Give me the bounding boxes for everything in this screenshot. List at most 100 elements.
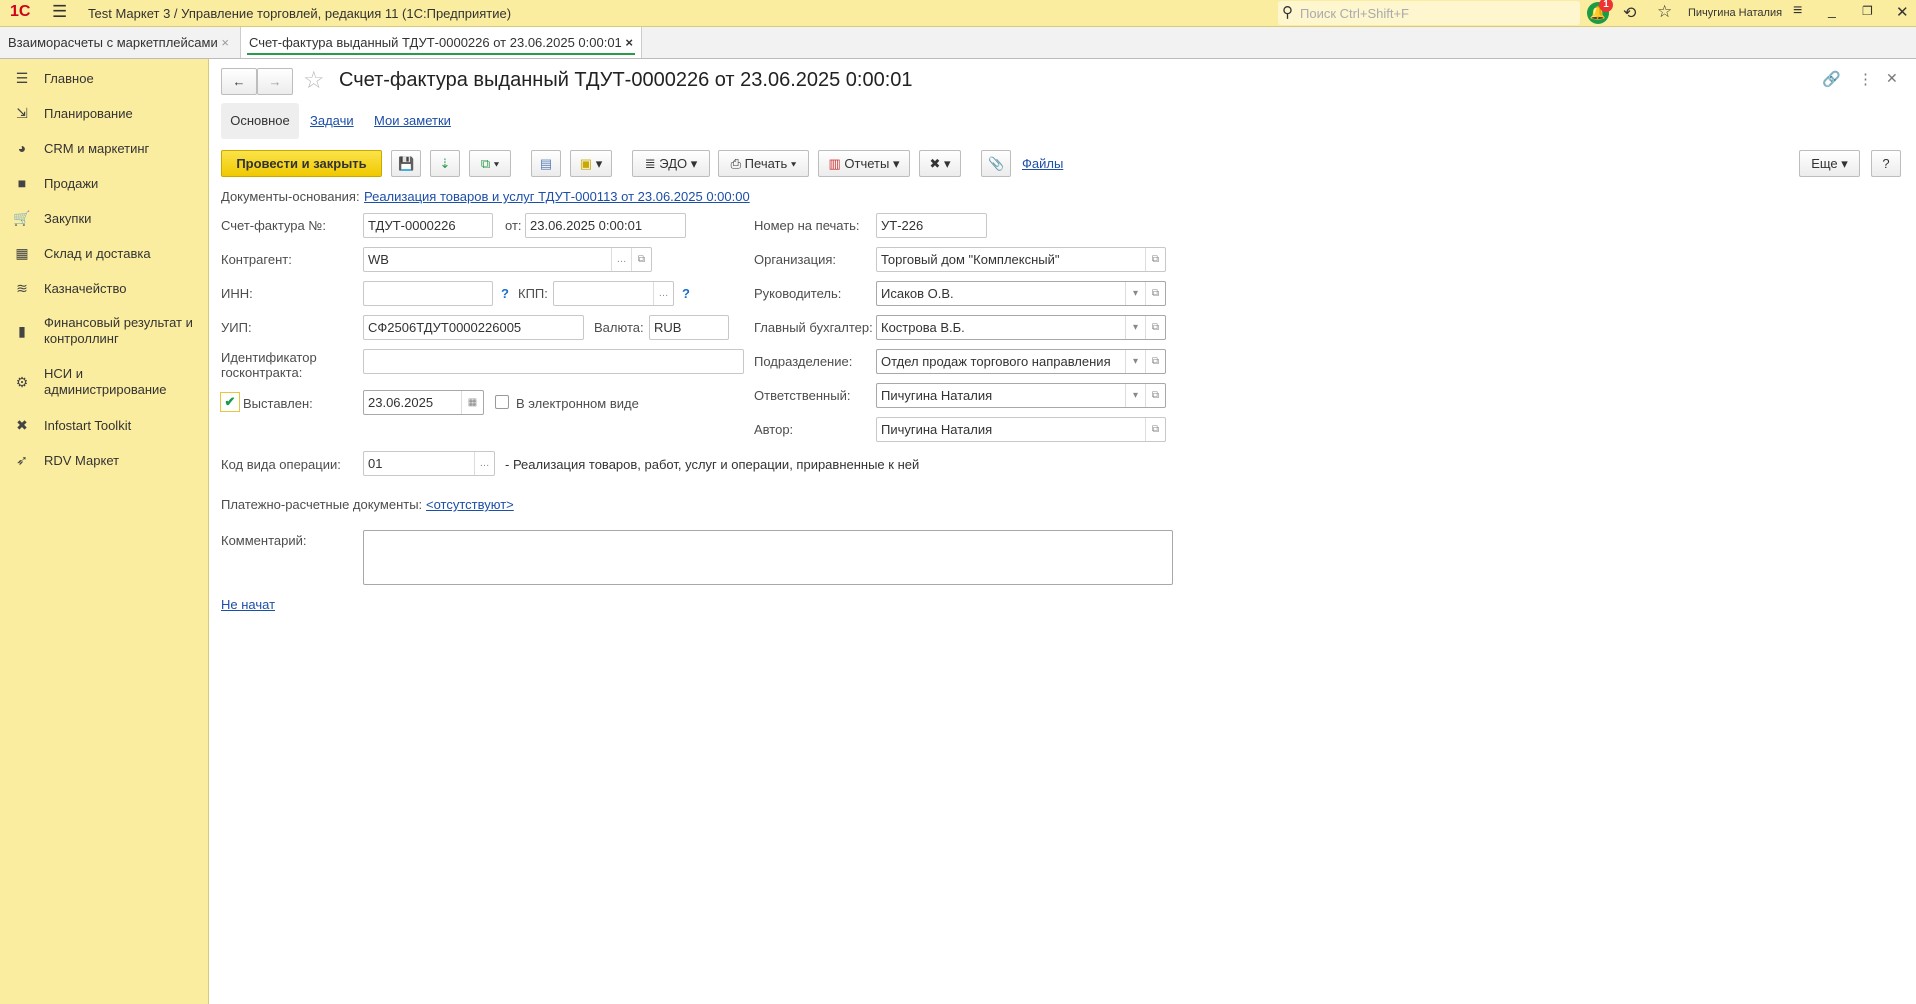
- close-tab-icon[interactable]: ×: [625, 35, 633, 50]
- issued-date-field[interactable]: 23.06.2025 ▦: [363, 390, 484, 415]
- sidebar-item-treasury[interactable]: ≋ Казначейство: [12, 280, 202, 297]
- list-icon: ☰: [15, 70, 29, 86]
- sidebar-item-finance[interactable]: ▮ Финансовый результат и контроллинг: [12, 315, 202, 347]
- sidebar-item-purchases[interactable]: 🛒 Закупки: [12, 210, 202, 227]
- gov-contract-id-field[interactable]: [363, 349, 744, 374]
- electronic-checkbox[interactable]: [495, 395, 509, 409]
- more-button[interactable]: Еще ▾: [1799, 150, 1860, 177]
- menu-icon[interactable]: ☰: [52, 2, 67, 22]
- dropdown-icon[interactable]: ▾: [1125, 282, 1145, 305]
- currency-field[interactable]: RUB: [649, 315, 729, 340]
- invoice-no-label: Счет-фактура №:: [221, 218, 326, 233]
- op-code-description: - Реализация товаров, работ, услуг и опе…: [505, 457, 920, 472]
- comment-textarea[interactable]: [363, 530, 1173, 585]
- open-icon[interactable]: ⧉: [1145, 282, 1165, 305]
- post-and-close-button[interactable]: Провести и закрыть: [221, 150, 382, 177]
- sidebar: ☰ Главное ⇲ Планирование ◕ CRM и маркетинг …: [0, 59, 209, 1004]
- sidebar-item-crm[interactable]: ◕ CRM и маркетинг: [12, 140, 202, 156]
- payment-docs-link[interactable]: <отсутствуют>: [426, 497, 514, 512]
- department-label: Подразделение:: [754, 354, 853, 369]
- files-link[interactable]: Файлы: [1022, 156, 1063, 171]
- accountant-label: Главный бухгалтер:: [754, 320, 873, 335]
- sidebar-item-planning[interactable]: ⇲ Планирование: [12, 105, 202, 122]
- favorites-star-icon[interactable]: ☆: [1657, 2, 1672, 22]
- 1c-logo-icon[interactable]: 1C: [10, 3, 30, 21]
- close-tab-icon[interactable]: ×: [221, 35, 229, 50]
- open-icon[interactable]: ⧉: [1145, 248, 1165, 271]
- tools-icon: ✖: [929, 156, 941, 171]
- post-button[interactable]: ⇣: [430, 150, 460, 177]
- structure-button[interactable]: ▤: [531, 150, 561, 177]
- favorite-star-icon[interactable]: ☆: [303, 66, 325, 95]
- sidebar-item-main[interactable]: ☰ Главное: [12, 70, 202, 87]
- print-button[interactable]: ⎙ Печать ▾: [718, 150, 809, 177]
- select-button[interactable]: …: [611, 248, 631, 271]
- save-button[interactable]: 💾: [391, 150, 421, 177]
- organization-field[interactable]: Торговый дом "Комплексный" ⧉: [876, 247, 1166, 272]
- close-window-icon[interactable]: ✕: [1896, 3, 1909, 21]
- search-input[interactable]: ⚲ Поиск Ctrl+Shift+F: [1278, 1, 1580, 25]
- sidebar-item-admin[interactable]: ⚙ НСИ и администрирование: [12, 366, 202, 398]
- print-no-field[interactable]: УТ-226: [876, 213, 987, 238]
- responsible-field[interactable]: Пичугина Наталия ▾ ⧉: [876, 383, 1166, 408]
- attach-button[interactable]: 📎: [981, 150, 1011, 177]
- open-icon[interactable]: ⧉: [631, 248, 651, 271]
- more-vertical-icon[interactable]: ⋮: [1858, 70, 1873, 88]
- invoice-date-field[interactable]: 23.06.2025 0:00:01: [525, 213, 686, 238]
- author-field[interactable]: Пичугина Наталия ⧉: [876, 417, 1166, 442]
- basis-docs-label: Документы-основания:: [221, 189, 360, 204]
- kpp-field[interactable]: …: [553, 281, 674, 306]
- issued-label: Выставлен:: [243, 396, 313, 411]
- sidebar-item-rdv[interactable]: ➶ RDV Маркет: [12, 452, 202, 469]
- kpp-help-icon[interactable]: ?: [682, 286, 690, 301]
- inn-help-icon[interactable]: ?: [501, 286, 509, 301]
- link-icon[interactable]: 🔗: [1822, 70, 1841, 88]
- invoice-no-field[interactable]: ТДУТ-0000226: [363, 213, 493, 238]
- accountant-field[interactable]: Кострова В.Б. ▾ ⧉: [876, 315, 1166, 340]
- op-code-field[interactable]: 01…: [363, 451, 495, 476]
- status-link[interactable]: Не начат: [221, 597, 275, 612]
- subtab-notes[interactable]: Мои заметки: [374, 113, 451, 128]
- sidebar-item-warehouse[interactable]: ▦ Склад и доставка: [12, 245, 202, 262]
- counterparty-field[interactable]: WB… ⧉: [363, 247, 652, 272]
- select-button[interactable]: …: [474, 452, 494, 475]
- payment-docs-label: Платежно-расчетные документы:: [221, 497, 423, 512]
- help-button[interactable]: ?: [1871, 150, 1901, 177]
- restore-icon[interactable]: ❐: [1862, 4, 1873, 18]
- open-icon[interactable]: ⧉: [1145, 316, 1165, 339]
- subtab-main[interactable]: Основное: [221, 103, 299, 139]
- history-icon[interactable]: ⟲: [1623, 3, 1636, 23]
- sidebar-item-sales[interactable]: ■ Продажи: [12, 175, 202, 191]
- dropdown-icon[interactable]: ▾: [1125, 316, 1145, 339]
- dropdown-icon[interactable]: ▾: [1125, 384, 1145, 407]
- basis-doc-link[interactable]: Реализация товаров и услуг ТДУТ-000113 о…: [364, 189, 750, 204]
- dropdown-icon[interactable]: ▾: [1125, 350, 1145, 373]
- issued-checkbox[interactable]: ✔: [220, 392, 240, 412]
- minimize-icon[interactable]: _: [1828, 2, 1836, 18]
- department-field[interactable]: Отдел продаж торгового направления ▾ ⧉: [876, 349, 1166, 374]
- uip-field[interactable]: СФ2506ТДУТ0000226005: [363, 315, 584, 340]
- forward-button[interactable]: →: [257, 68, 293, 95]
- back-button[interactable]: ←: [221, 68, 257, 95]
- tab-marketplace-settlements[interactable]: Взаиморасчеты с маркетплейсами ×: [0, 27, 237, 58]
- tab-invoice[interactable]: Счет-фактура выданный ТДУТ-0000226 от 23…: [240, 27, 643, 58]
- open-icon[interactable]: ⧉: [1145, 384, 1165, 407]
- inn-field[interactable]: [363, 281, 493, 306]
- sidebar-item-infostart[interactable]: ✖ Infostart Toolkit: [12, 417, 202, 434]
- related-docs-button[interactable]: ▣ ▾: [570, 150, 612, 177]
- current-user[interactable]: Пичугина Наталия: [1688, 7, 1782, 19]
- settings-menu-icon[interactable]: ≡: [1793, 2, 1802, 20]
- reports-button[interactable]: ▥ Отчеты ▾: [818, 150, 910, 177]
- select-button[interactable]: …: [653, 282, 673, 305]
- notifications-button[interactable]: 🔔 1: [1587, 0, 1613, 24]
- subtab-tasks[interactable]: Задачи: [310, 113, 354, 128]
- calendar-icon[interactable]: ▦: [461, 391, 483, 414]
- head-field[interactable]: Исаков О.В. ▾ ⧉: [876, 281, 1166, 306]
- open-icon[interactable]: ⧉: [1145, 350, 1165, 373]
- coins-icon: ≋: [16, 280, 28, 296]
- open-icon[interactable]: ⧉: [1145, 418, 1165, 441]
- tools-button[interactable]: ✖ ▾: [919, 150, 961, 177]
- create-based-on-button[interactable]: ⧉ ▾: [469, 150, 511, 177]
- close-form-icon[interactable]: ✕: [1886, 70, 1898, 87]
- edo-button[interactable]: ≣ ЭДО ▾: [632, 150, 710, 177]
